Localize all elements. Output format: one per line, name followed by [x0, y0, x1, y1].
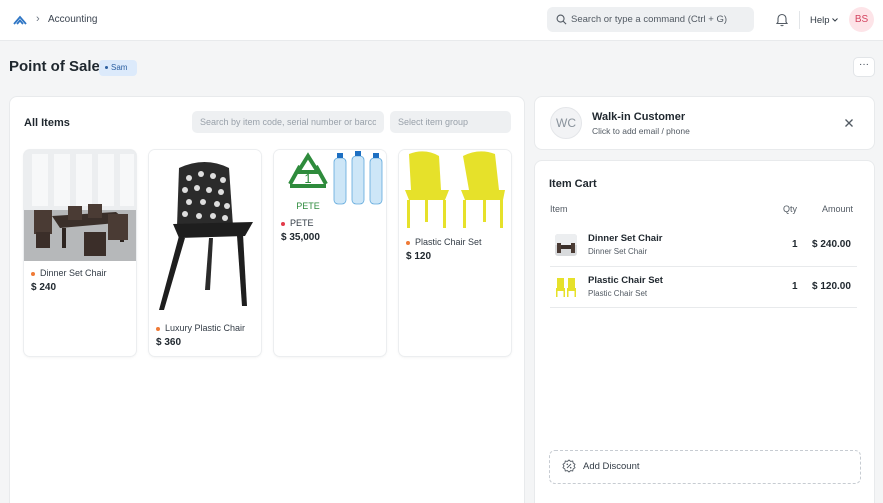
cart-item-amount: $ 120.00	[812, 281, 851, 292]
item-price: $ 240	[31, 282, 57, 293]
badge-dot	[105, 66, 108, 70]
cart-row[interactable]: Dinner Set Chair Dinner Set Chair 1 $ 24…	[550, 225, 857, 265]
status-dot	[281, 221, 285, 226]
yellow-chairs-thumb	[555, 276, 577, 298]
more-options-button[interactable]: ···	[853, 57, 875, 77]
status-dot	[156, 326, 160, 331]
add-discount-label: Add Discount	[583, 461, 640, 472]
close-icon[interactable]	[844, 118, 854, 128]
item-name: Plastic Chair Set	[406, 237, 506, 247]
command-search-bar[interactable]: Search or type a command (Ctrl + G)	[547, 7, 754, 32]
item-price: $ 35,000	[281, 232, 320, 243]
search-icon	[556, 14, 567, 25]
dinner-set-image	[24, 150, 136, 261]
cart-row[interactable]: Plastic Chair Set Plastic Chair Set 1 $ …	[550, 267, 857, 307]
customer-panel[interactable]: WC Walk-in Customer Click to add email /…	[534, 96, 875, 150]
item-card-pete[interactable]: 1 PETE PETE $ 35,000	[274, 150, 386, 356]
customer-avatar: WC	[550, 107, 582, 139]
item-name: PETE	[281, 218, 381, 228]
breadcrumb-accounting[interactable]: Accounting	[48, 14, 97, 25]
navbar-divider	[799, 11, 800, 29]
customer-subtitle[interactable]: Click to add email / phone	[592, 126, 690, 136]
item-card-dinner-set-chair[interactable]: Dinner Set Chair $ 240	[24, 150, 136, 356]
notification-bell-icon[interactable]	[775, 12, 789, 27]
discount-badge-icon	[562, 459, 576, 473]
cart-header-amount: Amount	[822, 204, 854, 214]
navbar: › Accounting Search or type a command (C…	[0, 0, 883, 41]
black-chair-image	[149, 150, 261, 316]
cart-item-sub: Plastic Chair Set	[588, 289, 648, 298]
cart-item-qty: 1	[792, 281, 798, 292]
item-search-input[interactable]	[192, 111, 384, 133]
cart-item-name: Plastic Chair Set	[588, 275, 663, 286]
cart-row-divider	[550, 307, 857, 308]
chevron-right-icon: ›	[36, 13, 40, 25]
status-dot	[406, 240, 410, 245]
cart-header-qty: Qty	[783, 204, 798, 214]
pete-bottles-image: 1 PETE	[274, 150, 386, 212]
page-title: Point of Sale	[9, 58, 100, 75]
item-card-luxury-plastic-chair[interactable]: Luxury Plastic Chair $ 360	[149, 150, 261, 356]
user-badge-label: Sam	[111, 63, 128, 72]
app-logo-icon[interactable]	[12, 12, 28, 28]
dinner-set-thumb	[555, 234, 577, 256]
svg-text:1: 1	[304, 171, 311, 186]
cart-item-qty: 1	[792, 239, 798, 250]
pete-image-label: PETE	[296, 201, 320, 211]
item-price: $ 360	[156, 337, 182, 348]
add-discount-button[interactable]: Add Discount	[549, 450, 861, 484]
user-avatar[interactable]: BS	[849, 7, 874, 32]
cart-item-amount: $ 240.00	[812, 239, 851, 250]
help-menu[interactable]: Help	[810, 15, 830, 26]
cart-title: Item Cart	[549, 178, 597, 190]
item-name: Luxury Plastic Chair	[156, 323, 256, 333]
item-cart-panel: Item Cart Item Qty Amount Dinner Set Cha…	[534, 160, 875, 503]
cart-item-sub: Dinner Set Chair	[588, 247, 648, 256]
customer-name: Walk-in Customer	[592, 111, 686, 123]
items-panel: All Items Select item group Dinner Set C…	[9, 96, 525, 503]
yellow-chairs-image	[399, 150, 511, 230]
user-badge: Sam	[99, 60, 137, 76]
item-group-select[interactable]: Select item group	[390, 111, 511, 133]
item-card-plastic-chair-set[interactable]: Plastic Chair Set $ 120	[399, 150, 511, 356]
items-title: All Items	[24, 117, 70, 129]
item-name: Dinner Set Chair	[31, 268, 131, 278]
status-dot	[31, 271, 35, 276]
search-placeholder: Search or type a command (Ctrl + G)	[571, 14, 728, 25]
cart-item-name: Dinner Set Chair	[588, 233, 663, 244]
cart-header-item: Item	[550, 204, 568, 214]
item-price: $ 120	[406, 251, 432, 262]
chevron-down-icon[interactable]	[832, 17, 838, 23]
